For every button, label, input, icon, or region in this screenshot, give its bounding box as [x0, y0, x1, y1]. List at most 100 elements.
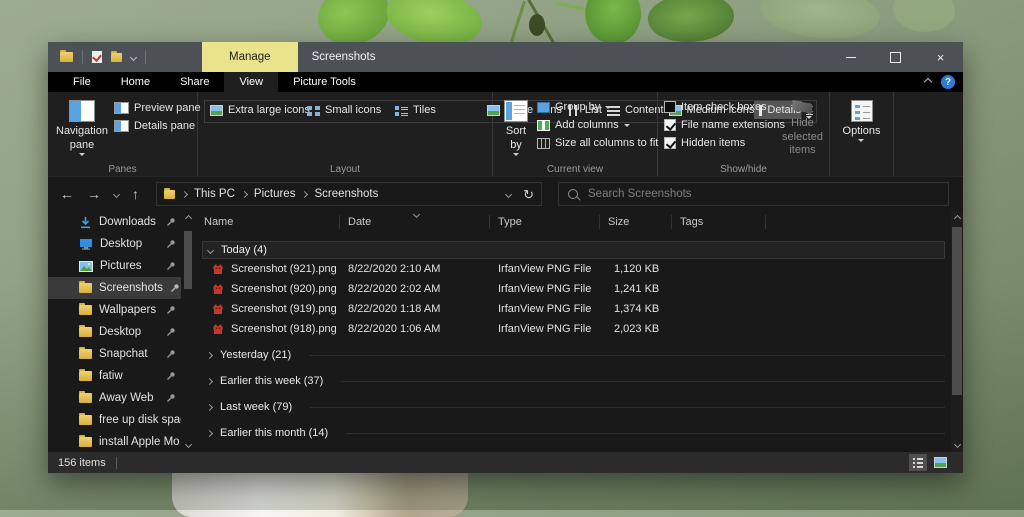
- breadcrumb-chevron-icon[interactable]: [181, 190, 188, 197]
- file-list-scrollbar[interactable]: [951, 211, 963, 452]
- sidebar-item-install-apple-mo[interactable]: install Apple Mo: [48, 431, 181, 452]
- hide-selected-items-button[interactable]: Hide selected items: [778, 98, 827, 160]
- group-header-label: Yesterday (21): [220, 349, 291, 361]
- sidebar-item-downloads[interactable]: Downloads: [48, 211, 181, 233]
- pictures-icon: [79, 261, 93, 272]
- quick-access-toolbar: [48, 50, 146, 64]
- breadcrumb-chevron-icon[interactable]: [301, 190, 308, 197]
- scroll-up-icon[interactable]: [184, 215, 191, 222]
- minimize-button[interactable]: [828, 42, 873, 72]
- ribbon-group-layout: Extra large icons Small icons Tiles Larg…: [198, 92, 493, 176]
- sidebar-item-desktop-2[interactable]: Desktop: [48, 321, 181, 343]
- tab-file[interactable]: File: [58, 72, 106, 92]
- folder-icon: [79, 283, 92, 293]
- pin-icon: [166, 327, 181, 337]
- layout-option-extra-large-icons[interactable]: Extra large icons: [205, 101, 302, 119]
- tab-home[interactable]: Home: [106, 72, 165, 92]
- file-row[interactable]: Screenshot (918).png 8/22/2020 1:06 AM I…: [196, 319, 951, 339]
- maximize-button[interactable]: [873, 42, 918, 72]
- sidebar-item-pictures[interactable]: Pictures: [48, 255, 181, 277]
- help-icon[interactable]: ?: [941, 75, 955, 89]
- navigation-pane-button[interactable]: Navigation pane: [52, 98, 112, 160]
- file-date: 8/22/2020 2:02 AM: [340, 283, 490, 295]
- column-header-tags[interactable]: Tags: [672, 211, 766, 233]
- sidebar-item-desktop[interactable]: Desktop: [48, 233, 181, 255]
- breadcrumb-pictures[interactable]: Pictures: [254, 188, 296, 200]
- preview-pane-button[interactable]: Preview pane: [114, 102, 201, 114]
- forward-icon[interactable]: →: [87, 187, 101, 201]
- irfanview-file-icon: [212, 303, 224, 315]
- file-row[interactable]: Screenshot (920).png 8/22/2020 2:02 AM I…: [196, 279, 951, 299]
- size-all-columns-button[interactable]: Size all columns to fit: [537, 137, 658, 149]
- file-size: 2,023 KB: [600, 323, 672, 335]
- group-by-button[interactable]: Group by: [537, 101, 658, 113]
- tab-view[interactable]: View: [224, 72, 278, 92]
- sidebar-item-away-web[interactable]: Away Web: [48, 387, 181, 409]
- details-pane-button[interactable]: Details pane: [114, 120, 201, 132]
- group-collapsed-chevron-icon: [206, 429, 213, 436]
- file-row[interactable]: Screenshot (919).png 8/22/2020 1:18 AM I…: [196, 299, 951, 319]
- options-button[interactable]: Options: [834, 98, 889, 160]
- hidden-items-checkbox[interactable]: Hidden items: [664, 137, 776, 149]
- address-dropdown-chevron-icon[interactable]: [505, 190, 512, 197]
- scrollbar-thumb[interactable]: [184, 231, 192, 289]
- search-box[interactable]: [558, 182, 949, 206]
- thumbnail-view-button[interactable]: [931, 454, 949, 471]
- file-type: IrfanView PNG File: [490, 323, 600, 335]
- collapse-ribbon-icon[interactable]: [924, 78, 932, 86]
- group-header-today[interactable]: Today (4): [202, 241, 945, 259]
- panes-small-buttons: Preview pane Details pane: [112, 98, 203, 160]
- folder-icon: [79, 393, 92, 403]
- new-folder-icon[interactable]: [111, 53, 122, 62]
- sidebar-item-fatiw[interactable]: fatiw: [48, 365, 181, 387]
- scroll-down-icon[interactable]: [184, 441, 191, 448]
- search-input[interactable]: [586, 187, 939, 201]
- folder-icon: [79, 327, 92, 337]
- item-check-boxes-checkbox[interactable]: Item check boxes: [664, 101, 776, 113]
- file-rows-area: Today (4) Screenshot (921).png 8/22/2020…: [196, 233, 951, 443]
- column-header-type[interactable]: Type: [490, 211, 600, 233]
- sidebar-item-wallpapers[interactable]: Wallpapers: [48, 299, 181, 321]
- address-bar[interactable]: This PC Pictures Screenshots ↻: [156, 182, 542, 206]
- group-header-last-week[interactable]: Last week (79): [202, 397, 945, 417]
- address-toolbar: ← → ↑ This PC Pictures Screenshots ↻: [48, 177, 963, 211]
- tab-share[interactable]: Share: [165, 72, 224, 92]
- group-header-earlier-this-month[interactable]: Earlier this month (14): [202, 423, 945, 443]
- customize-toolbar-chevron-icon[interactable]: [130, 53, 137, 60]
- details-view-button[interactable]: [909, 454, 927, 471]
- scroll-down-icon[interactable]: [953, 441, 960, 448]
- breadcrumb-screenshots[interactable]: Screenshots: [314, 188, 378, 200]
- title-bar[interactable]: Manage Screenshots ×: [48, 42, 963, 72]
- close-icon: ×: [937, 51, 945, 64]
- sidebar-scrollbar[interactable]: [183, 213, 193, 450]
- tab-picture-tools[interactable]: Picture Tools: [278, 72, 371, 92]
- sort-by-button[interactable]: Sort by: [497, 98, 535, 160]
- group-header-yesterday[interactable]: Yesterday (21): [202, 345, 945, 365]
- back-icon[interactable]: ←: [60, 187, 74, 201]
- sidebar-item-snapchat[interactable]: Snapchat: [48, 343, 181, 365]
- manage-contextual-tab[interactable]: Manage: [202, 42, 298, 72]
- sidebar-item-free-up-disk-space[interactable]: free up disk spac: [48, 409, 181, 431]
- scrollbar-thumb[interactable]: [952, 227, 962, 395]
- toolbar-separator: [82, 50, 83, 64]
- group-header-earlier-this-week[interactable]: Earlier this week (37): [202, 371, 945, 391]
- toolbar-separator: [145, 50, 146, 64]
- close-button[interactable]: ×: [918, 42, 963, 72]
- breadcrumb-chevron-icon[interactable]: [241, 190, 248, 197]
- properties-icon[interactable]: [92, 51, 102, 63]
- downloads-icon: [79, 216, 92, 229]
- recent-locations-chevron-icon[interactable]: [113, 190, 120, 197]
- add-columns-button[interactable]: Add columns: [537, 119, 658, 131]
- refresh-icon[interactable]: ↻: [523, 188, 534, 201]
- breadcrumb-this-pc[interactable]: This PC: [194, 188, 235, 200]
- column-header-size[interactable]: Size: [600, 211, 672, 233]
- scroll-up-icon[interactable]: [953, 215, 960, 222]
- up-icon[interactable]: ↑: [132, 187, 139, 201]
- sidebar-item-screenshots[interactable]: Screenshots: [48, 277, 181, 299]
- layout-option-tiles[interactable]: Tiles: [390, 101, 482, 119]
- column-header-name[interactable]: Name: [196, 211, 340, 233]
- layout-option-label: Extra large icons: [228, 104, 310, 116]
- file-row[interactable]: Screenshot (921).png 8/22/2020 2:10 AM I…: [196, 259, 951, 279]
- file-name-extensions-checkbox[interactable]: File name extensions: [664, 119, 776, 131]
- layout-option-small-icons[interactable]: Small icons: [302, 101, 390, 119]
